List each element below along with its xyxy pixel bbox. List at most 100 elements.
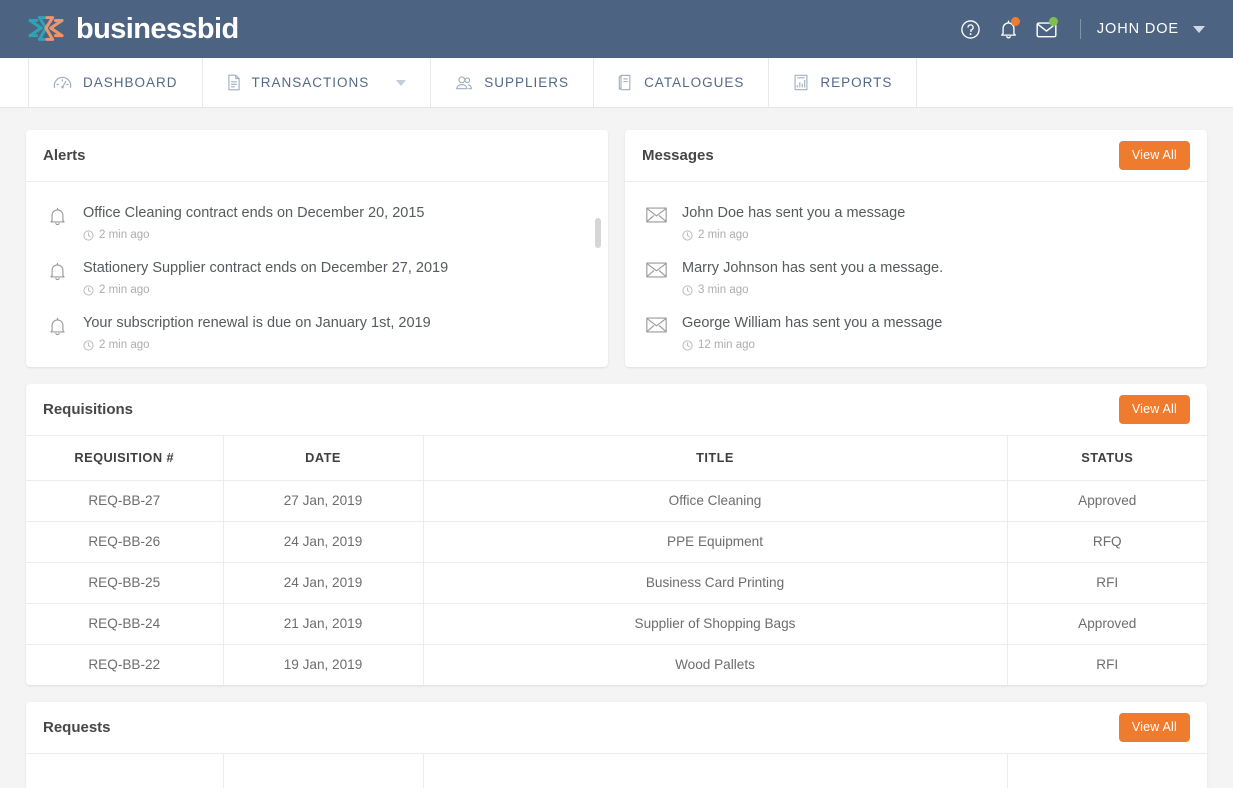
cell-requisition-number: REQ-BB-25 [26,563,223,604]
alert-time: 2 min ago [83,339,590,351]
alert-time: 2 min ago [83,284,590,296]
message-item[interactable]: Marry Johnson has sent you a message. 3 … [625,251,1207,306]
clock-icon [83,340,94,351]
alert-time-text: 2 min ago [99,339,150,351]
alerts-title: Alerts [43,147,86,164]
cell-title: Wood Pallets [423,645,1007,686]
message-time: 2 min ago [682,229,1189,241]
envelope-icon[interactable] [1028,10,1066,48]
bell-icon [44,204,70,227]
bell-icon [44,259,70,282]
alert-body: Your subscription renewal is due on Janu… [83,314,590,351]
requests-table-body [26,754,1207,788]
cell-date: 24 Jan, 2019 [223,522,423,563]
alert-time-text: 2 min ago [99,229,150,241]
column-header-status[interactable]: STATUS [1007,436,1207,481]
message-item[interactable]: George William has sent you a message 12… [625,306,1207,361]
alert-item[interactable]: Office Cleaning contract ends on Decembe… [26,196,608,251]
cell-date: 24 Jan, 2019 [223,563,423,604]
help-circle-icon[interactable] [952,10,990,48]
cell-title: Business Card Printing [423,563,1007,604]
requisitions-table-head: REQUISITION # DATE TITLE STATUS [26,436,1207,481]
nav-label-suppliers: SUPPLIERS [484,75,569,90]
nav-item-catalogues[interactable]: CATALOGUES [594,58,769,107]
alert-item[interactable]: Your subscription renewal is due on Janu… [26,306,608,361]
nav-label-catalogues: CATALOGUES [644,75,744,90]
table-row[interactable] [26,754,1207,788]
table-row[interactable]: REQ-BB-22 19 Jan, 2019 Wood Pallets RFI [26,645,1207,686]
requisitions-header: Requisitions View All [26,384,1207,436]
requests-view-all-button[interactable]: View All [1119,713,1190,742]
message-text: John Doe has sent you a message [682,204,1189,222]
cell-title: PPE Equipment [423,522,1007,563]
clock-icon [682,285,693,296]
speedometer-icon [53,75,72,90]
alert-text: Office Cleaning contract ends on Decembe… [83,204,590,222]
message-item[interactable]: John Doe has sent you a message 2 min ag… [625,196,1207,251]
main-navigation: DASHBOARD TRANSACTIONS SUPPLIERS [0,58,1233,108]
message-text: Marry Johnson has sent you a message. [682,259,1189,277]
message-time-text: 2 min ago [698,229,749,241]
nav-item-dashboard[interactable]: DASHBOARD [28,58,203,107]
message-text: George William has sent you a message [682,314,1189,332]
table-row[interactable]: REQ-BB-24 21 Jan, 2019 Supplier of Shopp… [26,604,1207,645]
requests-header: Requests View All [26,702,1207,754]
column-header-title[interactable]: TITLE [423,436,1007,481]
nav-chevron-down-icon[interactable] [396,80,406,86]
people-icon [455,75,473,91]
nav-item-reports[interactable]: REPORTS [769,58,917,107]
message-body: Marry Johnson has sent you a message. 3 … [682,259,1189,296]
top-panels-row: Alerts Office Cleaning contract ends on … [26,130,1207,367]
requisitions-title: Requisitions [43,401,133,418]
nav-item-suppliers[interactable]: SUPPLIERS [431,58,594,107]
nav-label-dashboard: DASHBOARD [83,75,178,90]
bell-icon[interactable] [990,10,1028,48]
bell-icon [44,314,70,337]
notifications-badge [1011,17,1020,26]
cell-requisition-number: REQ-BB-24 [26,604,223,645]
alert-time-text: 2 min ago [99,284,150,296]
top-header-bar: businessbid JOHN DOE [0,0,1233,58]
user-name[interactable]: JOHN DOE [1097,21,1179,37]
envelope-icon [643,259,669,279]
messages-list: John Doe has sent you a message 2 min ag… [625,182,1207,367]
requests-title: Requests [43,719,111,736]
cell-placeholder [223,754,423,788]
requests-table [26,754,1207,788]
cell-requisition-number: REQ-BB-27 [26,481,223,522]
table-header-row: REQUISITION # DATE TITLE STATUS [26,436,1207,481]
nav-item-transactions[interactable]: TRANSACTIONS [203,58,432,107]
alerts-list: Office Cleaning contract ends on Decembe… [26,182,608,367]
cell-status: Approved [1007,481,1207,522]
column-header-date[interactable]: DATE [223,436,423,481]
alert-item[interactable]: Stationery Supplier contract ends on Dec… [26,251,608,306]
cell-date: 19 Jan, 2019 [223,645,423,686]
table-row[interactable]: REQ-BB-25 24 Jan, 2019 Business Card Pri… [26,563,1207,604]
message-time-text: 3 min ago [698,284,749,296]
requisitions-view-all-button[interactable]: View All [1119,395,1190,424]
brand-logo[interactable]: businessbid [24,12,239,46]
cell-placeholder [1007,754,1207,788]
cell-status: RFQ [1007,522,1207,563]
alerts-scrollbar[interactable] [595,218,601,248]
cell-status: RFI [1007,563,1207,604]
requests-panel: Requests View All [26,702,1207,788]
cell-placeholder [26,754,223,788]
page-content: Alerts Office Cleaning contract ends on … [0,108,1233,788]
message-body: George William has sent you a message 12… [682,314,1189,351]
message-body: John Doe has sent you a message 2 min ag… [682,204,1189,241]
clock-icon [682,340,693,351]
document-icon [227,74,241,91]
alert-body: Stationery Supplier contract ends on Dec… [83,259,590,296]
messages-view-all-button[interactable]: View All [1119,141,1190,170]
nav-label-transactions: TRANSACTIONS [252,75,370,90]
column-header-requisition-number[interactable]: REQUISITION # [26,436,223,481]
table-row[interactable]: REQ-BB-26 24 Jan, 2019 PPE Equipment RFQ [26,522,1207,563]
cell-status: RFI [1007,645,1207,686]
cell-title: Supplier of Shopping Bags [423,604,1007,645]
chart-report-icon [793,74,809,91]
chevron-down-icon[interactable] [1193,26,1205,33]
table-row[interactable]: REQ-BB-27 27 Jan, 2019 Office Cleaning A… [26,481,1207,522]
cell-requisition-number: REQ-BB-26 [26,522,223,563]
messages-header: Messages View All [625,130,1207,182]
